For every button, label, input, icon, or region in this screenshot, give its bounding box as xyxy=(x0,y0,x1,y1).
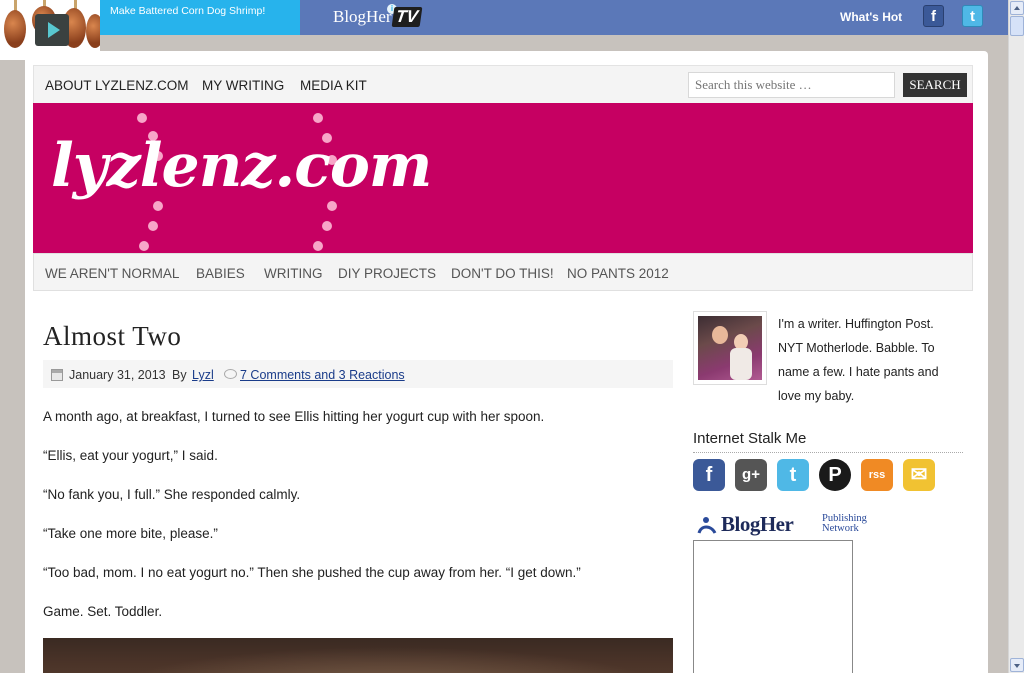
pinterest-icon[interactable]: P xyxy=(819,459,851,491)
nav-diy-projects[interactable]: DIY PROJECTS xyxy=(338,266,436,281)
post-paragraph: Game. Set. Toddler. xyxy=(43,604,163,619)
blogher-tv-logo[interactable]: BlogHer TV xyxy=(333,7,422,27)
nav-dont-do-this[interactable]: DON'T DO THIS! xyxy=(451,266,554,281)
blogher-network-subtitle: Publishing Network xyxy=(822,513,867,534)
nav-babies[interactable]: BABIES xyxy=(196,266,245,281)
nav-writing[interactable]: WRITING xyxy=(264,266,323,281)
post-date: January 31, 2013 xyxy=(69,368,166,382)
ad-banner[interactable]: Make Battered Corn Dog Shrimp! i xyxy=(100,0,397,35)
post-paragraph: “Ellis, eat your yogurt,” I said. xyxy=(43,448,218,463)
nav-we-arent-normal[interactable]: WE AREN'T NORMAL xyxy=(45,266,179,281)
page-container: ABOUT LYZLENZ.COM MY WRITING MEDIA KIT S… xyxy=(25,51,988,673)
comment-icon xyxy=(224,369,237,379)
rss-icon[interactable]: rss xyxy=(861,459,893,491)
site-banner[interactable]: lyzlenz.com xyxy=(33,103,973,253)
category-nav: WE AREN'T NORMAL BABIES WRITING DIY PROJ… xyxy=(33,253,973,291)
nav-media-kit[interactable]: MEDIA KIT xyxy=(300,78,367,93)
post-author-link[interactable]: Lyzl xyxy=(192,368,214,382)
scrollbar-thumb[interactable] xyxy=(1010,16,1024,36)
nav-about[interactable]: ABOUT LYZLENZ.COM xyxy=(45,78,189,93)
google-plus-icon[interactable]: g+ xyxy=(735,459,767,491)
post-title[interactable]: Almost Two xyxy=(43,321,181,352)
site-title[interactable]: lyzlenz.com xyxy=(51,131,432,201)
search-button[interactable]: SEARCH xyxy=(903,73,967,97)
search-input[interactable] xyxy=(688,72,895,98)
play-icon[interactable] xyxy=(35,14,69,46)
facebook-icon[interactable]: f xyxy=(693,459,725,491)
email-icon[interactable]: ✉ xyxy=(903,459,935,491)
post-paragraph: “Too bad, mom. I no eat yogurt no.” Then… xyxy=(43,565,581,580)
scrollbar[interactable] xyxy=(1008,0,1024,673)
author-bio: I'm a writer. Huffington Post. NYT Mothe… xyxy=(778,317,939,403)
post-paragraph: “Take one more bite, please.” xyxy=(43,526,218,541)
scroll-up-button[interactable] xyxy=(1010,1,1024,15)
tv-badge: TV xyxy=(391,7,422,27)
top-nav: ABOUT LYZLENZ.COM MY WRITING MEDIA KIT S… xyxy=(33,65,973,103)
post-by-label: By xyxy=(172,368,187,382)
author-avatar xyxy=(693,311,767,385)
blogher-network-icon xyxy=(697,517,717,534)
social-section-title: Internet Stalk Me xyxy=(693,430,963,453)
sidebar-ad-slot[interactable] xyxy=(693,540,853,673)
ad-text[interactable]: Make Battered Corn Dog Shrimp! xyxy=(110,5,280,17)
facebook-icon[interactable]: f xyxy=(923,5,944,27)
whats-hot-link[interactable]: What's Hot xyxy=(840,10,902,24)
blogher-logo-text: BlogHer xyxy=(333,7,392,26)
blogher-top-bar: Make Battered Corn Dog Shrimp! i BlogHer… xyxy=(0,0,1008,35)
nav-no-pants-2012[interactable]: NO PANTS 2012 xyxy=(567,266,669,281)
scroll-down-button[interactable] xyxy=(1010,658,1024,672)
post-comments-link[interactable]: 7 Comments and 3 Reactions xyxy=(240,368,405,382)
twitter-icon[interactable]: t xyxy=(962,5,983,27)
post-paragraph: A month ago, at breakfast, I turned to s… xyxy=(43,409,545,424)
nav-my-writing[interactable]: MY WRITING xyxy=(202,78,284,93)
post-meta: January 31, 2013 By Lyzl 7 Comments and … xyxy=(43,360,673,388)
twitter-icon[interactable]: t xyxy=(777,459,809,491)
blogher-network-logo[interactable]: BlogHer xyxy=(721,512,794,537)
calendar-icon xyxy=(51,369,63,381)
post-paragraph: “No fank you, I full.” She responded cal… xyxy=(43,487,301,502)
post-image xyxy=(43,638,673,673)
